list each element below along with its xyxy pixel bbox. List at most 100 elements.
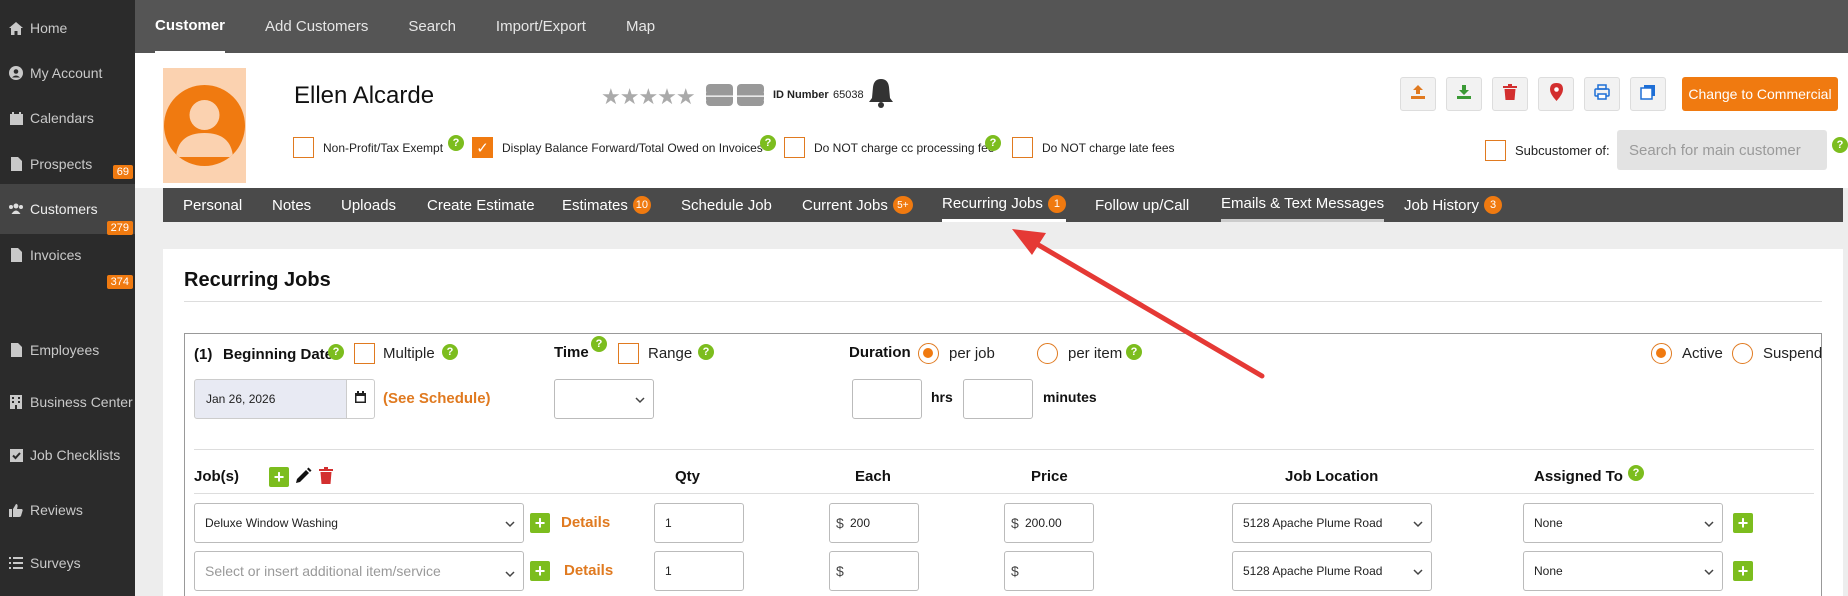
help-icon[interactable]: ? <box>591 336 607 352</box>
job-location-select[interactable]: 5128 Apache Plume Road <box>1232 551 1432 591</box>
topnav-import-export[interactable]: Import/Export <box>496 0 586 53</box>
price-input[interactable]: $ 200.00 <box>1004 503 1094 543</box>
per-job-radio[interactable] <box>918 343 939 364</box>
tab-label: Schedule Job <box>681 196 772 214</box>
tab-recurring-jobs[interactable]: Recurring Jobs 1 <box>942 188 1066 222</box>
assigned-to-select[interactable]: None <box>1523 551 1723 591</box>
copy-button[interactable] <box>1630 77 1666 111</box>
sidebar-item-job-checklists[interactable]: Job Checklists <box>0 430 135 480</box>
job-item-select[interactable]: Select or insert additional item/service <box>194 551 524 591</box>
calendar-button[interactable] <box>347 379 375 419</box>
tab-notes[interactable]: Notes <box>272 188 311 222</box>
tab-create-estimate[interactable]: Create Estimate <box>427 188 535 222</box>
topnav-add-customers[interactable]: Add Customers <box>265 0 368 53</box>
multiple-checkbox[interactable] <box>354 343 375 364</box>
sidebar-item-business-center[interactable]: Business Center <box>0 377 135 427</box>
sidebar-item-invoices[interactable]: Invoices 374 <box>0 230 135 289</box>
add-item-button[interactable]: + <box>530 513 550 533</box>
add-item-button[interactable]: + <box>530 561 550 581</box>
currency-symbol: $ <box>1011 563 1019 579</box>
sidebar-item-customers[interactable]: Customers 279 <box>0 184 135 235</box>
details-link[interactable]: Details <box>564 562 613 579</box>
sidebar-item-label: Surveys <box>30 555 81 571</box>
details-link[interactable]: Details <box>561 514 610 531</box>
sidebar-item-my-account[interactable]: My Account <box>0 48 135 98</box>
active-radio[interactable] <box>1651 343 1672 364</box>
sidebar-item-surveys[interactable]: Surveys <box>0 538 135 588</box>
tab-personal[interactable]: Personal <box>183 188 242 222</box>
topnav-map[interactable]: Map <box>626 0 655 53</box>
prev-customer-button[interactable]: 🡐 <box>699 84 740 106</box>
help-icon[interactable]: ? <box>1628 465 1644 481</box>
job-location-select[interactable]: 5128 Apache Plume Road <box>1232 503 1432 543</box>
hrs-input[interactable] <box>852 379 922 419</box>
qty-input[interactable]: 1 <box>654 551 744 591</box>
help-icon[interactable]: ? <box>985 135 1001 151</box>
tab-emails-text[interactable]: Emails & Text Messages <box>1221 188 1385 222</box>
sidebar-item-prospects[interactable]: Prospects 69 <box>0 139 135 189</box>
add-assignee-button[interactable]: + <box>1733 513 1753 533</box>
rating-stars[interactable]: ★★★★★ <box>601 84 696 110</box>
see-schedule-link[interactable]: (See Schedule) <box>383 390 491 407</box>
no-late-fees-checkbox[interactable] <box>1012 137 1033 158</box>
tab-schedule-job[interactable]: Schedule Job <box>681 188 772 222</box>
price-input[interactable]: $ <box>1004 551 1094 591</box>
non-profit-checkbox[interactable] <box>293 137 314 158</box>
no-cc-fee-checkbox[interactable] <box>784 137 805 158</box>
per-item-radio[interactable] <box>1037 343 1058 364</box>
qty-input[interactable]: 1 <box>654 503 744 543</box>
each-input[interactable]: $ <box>829 551 919 591</box>
help-icon[interactable]: ? <box>1832 137 1848 153</box>
tab-current-jobs[interactable]: Current Jobs 5+ <box>802 188 913 222</box>
add-job-button[interactable]: + <box>269 467 289 487</box>
change-to-commercial-button[interactable]: Change to Commercial <box>1682 77 1838 111</box>
suspend-radio[interactable] <box>1732 343 1753 364</box>
delete-button[interactable] <box>1492 77 1528 111</box>
upload-button[interactable] <box>1400 77 1436 111</box>
help-icon[interactable]: ? <box>760 135 776 151</box>
help-icon[interactable]: ? <box>1126 344 1142 360</box>
beginning-date-input[interactable]: Jan 26, 2026 <box>194 379 347 419</box>
map-pin-button[interactable] <box>1538 77 1574 111</box>
topnav-search[interactable]: Search <box>408 0 456 53</box>
currency-symbol: $ <box>1011 515 1019 531</box>
sidebar-item-reviews[interactable]: Reviews <box>0 485 135 535</box>
job-item-select[interactable]: Deluxe Window Washing <box>194 503 524 543</box>
per-item-label: per item <box>1068 345 1123 362</box>
main-customer-search-input[interactable]: Search for main customer <box>1617 130 1827 170</box>
edit-job-button[interactable] <box>294 467 312 490</box>
help-icon[interactable]: ? <box>448 135 464 151</box>
add-assignee-button[interactable]: + <box>1733 561 1753 581</box>
bell-icon[interactable] <box>868 78 894 113</box>
each-input[interactable]: $ 200 <box>829 503 919 543</box>
print-button[interactable] <box>1584 77 1620 111</box>
help-icon[interactable]: ? <box>698 344 714 360</box>
help-icon[interactable]: ? <box>442 344 458 360</box>
divider <box>194 449 1814 450</box>
display-balance-checkbox[interactable]: ✓ <box>472 137 493 158</box>
range-checkbox[interactable] <box>618 343 639 364</box>
subcustomer-checkbox[interactable] <box>1485 140 1506 161</box>
job-index: (1) <box>194 346 213 363</box>
help-icon[interactable]: ? <box>328 344 344 360</box>
chevron-down-icon <box>505 565 515 581</box>
assigned-to-value: None <box>1534 564 1563 578</box>
tab-estimates[interactable]: Estimates 10 <box>562 188 651 222</box>
time-select[interactable] <box>554 379 654 419</box>
next-customer-button[interactable]: 🡒 <box>730 84 771 106</box>
sidebar-item-employees[interactable]: Employees <box>0 325 135 375</box>
tab-job-history[interactable]: Job History 3 <box>1404 188 1503 222</box>
sidebar-item-home[interactable]: Home <box>0 3 135 53</box>
download-icon <box>1456 84 1472 105</box>
download-button[interactable] <box>1446 77 1482 111</box>
tab-label: Follow up/Call <box>1095 196 1190 214</box>
delete-job-button[interactable] <box>319 467 333 489</box>
topnav-customer[interactable]: Customer <box>155 0 226 53</box>
job-location-value: 5128 Apache Plume Road <box>1243 516 1383 530</box>
assigned-to-select[interactable]: None <box>1523 503 1723 543</box>
sidebar-item-calendars[interactable]: Calendars <box>0 93 135 143</box>
sidebar-item-label: Home <box>30 20 68 36</box>
tab-uploads[interactable]: Uploads <box>341 188 396 222</box>
tab-follow-up[interactable]: Follow up/Call <box>1095 188 1189 222</box>
minutes-input[interactable] <box>963 379 1033 419</box>
